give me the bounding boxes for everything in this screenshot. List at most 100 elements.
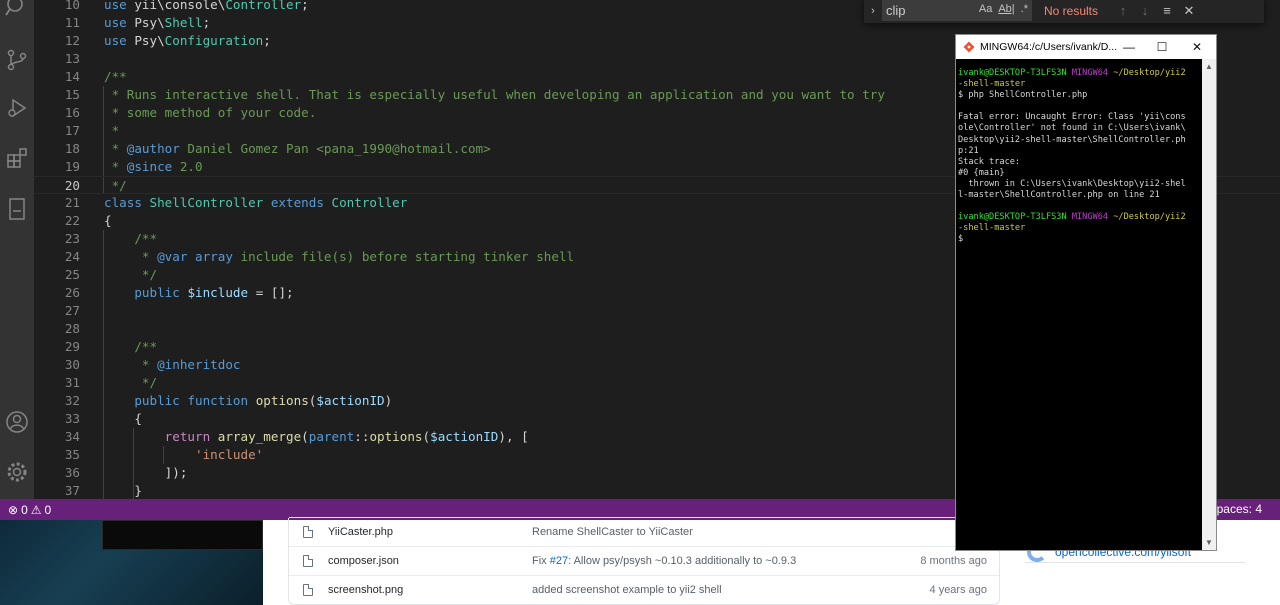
code-token: */: [104, 178, 127, 193]
problems-indicator[interactable]: ⊗ 0 ⚠ 0: [0, 503, 51, 517]
code-token: (: [301, 429, 309, 444]
line-number: 15: [64, 87, 80, 102]
terminal-text: MINGW64: [1071, 212, 1109, 223]
line-number: 17: [64, 123, 80, 138]
line-code: */: [104, 266, 157, 284]
line-code: public function options($actionID): [104, 392, 392, 410]
line-number: 29: [64, 339, 80, 354]
line-number: 31: [64, 375, 80, 390]
file-name[interactable]: screenshot.png: [328, 584, 403, 596]
next-match-icon[interactable]: ↓: [1134, 0, 1156, 22]
terminal-output[interactable]: ivank@DESKTOP-T3LFS3N MINGW64 ~/Desktop/…: [958, 68, 1204, 246]
toggle-replace-icon[interactable]: ›: [864, 0, 882, 23]
extensions-icon[interactable]: [3, 144, 31, 172]
code-token: public: [134, 285, 180, 300]
close-icon[interactable]: ✕: [1178, 0, 1200, 22]
gear-icon[interactable]: [3, 458, 31, 486]
file-row[interactable]: composer.json Fix #27: Allow psy/psysh ~0…: [289, 546, 999, 575]
line-number: 28: [64, 321, 80, 336]
screen: 10 use yii\console\Controller; 11 use Psy\S…: [0, 0, 1280, 605]
line-number: 12: [64, 33, 80, 48]
find-in-selection-icon[interactable]: ≡: [1156, 0, 1178, 22]
regex-icon[interactable]: .*: [1021, 3, 1028, 15]
code-token: {: [104, 213, 112, 228]
terminal-text: p:21: [958, 145, 979, 156]
code-token: */: [104, 375, 158, 390]
line-code: use Psy\Shell;: [104, 14, 210, 32]
code-token: ;: [202, 15, 211, 30]
git-bash-icon: [963, 41, 975, 53]
code-token: function: [187, 393, 249, 408]
notebook-icon[interactable]: [3, 195, 31, 223]
terminal-window[interactable]: MINGW64:/c/Users/ivank/D... — ☐ ✕ ivank@…: [955, 34, 1217, 551]
line-code: * Runs interactive shell. That is especi…: [104, 86, 885, 104]
terminal-titlebar[interactable]: MINGW64:/c/Users/ivank/D... — ☐ ✕: [956, 35, 1216, 59]
issue-link[interactable]: #27: [550, 555, 568, 567]
close-button[interactable]: ✕: [1181, 35, 1213, 59]
file-name[interactable]: composer.json: [328, 555, 399, 567]
scroll-up-icon[interactable]: ▲: [1205, 62, 1213, 71]
code-token: 'include': [195, 447, 264, 462]
terminal-text: ivank@DESKTOP-T3LFS3N: [958, 212, 1072, 223]
line-number: 32: [64, 393, 80, 408]
file-name[interactable]: YiiCaster.php: [328, 526, 393, 538]
terminal-line: #0 {main}: [958, 168, 1204, 179]
code-token: ;: [301, 0, 309, 12]
code-token: @inheritdoc: [157, 357, 241, 372]
line-number: 34: [64, 429, 80, 444]
line-number: 23: [64, 231, 80, 246]
file-row[interactable]: YiiCaster.php Rename ShellCaster to YiiCa…: [289, 517, 999, 546]
maximize-button[interactable]: ☐: [1146, 35, 1178, 59]
terminal-text: ole\Controller' not found in C:\Users\iv…: [958, 123, 1186, 134]
line-number: 25: [64, 267, 80, 282]
scroll-down-icon[interactable]: ▼: [1205, 538, 1213, 547]
minimize-button[interactable]: —: [1113, 35, 1145, 59]
line-number: 20: [64, 178, 80, 193]
code-token: ): [384, 393, 393, 408]
find-input[interactable]: clip Aa Ab| .*: [882, 0, 1032, 21]
line-code: * some method of your code.: [104, 104, 317, 122]
previous-match-icon[interactable]: ↑: [1112, 0, 1134, 22]
account-icon[interactable]: [3, 408, 31, 436]
source-control-icon[interactable]: [3, 46, 31, 74]
commit-age: 8 months ago: [920, 555, 987, 567]
code-token: $actionID: [316, 393, 385, 408]
terminal-title: MINGW64:/c/Users/ivank/D...: [980, 41, 1118, 53]
code-token: Controller: [331, 195, 408, 210]
match-case-icon[interactable]: Aa: [979, 3, 992, 15]
scrollbar[interactable]: ▲ ▼: [1202, 59, 1216, 550]
terminal-line: thrown in C:\Users\ivank\Desktop\yii2-sh…: [958, 179, 1204, 190]
code-token: Daniel Gomez Pan <pana_1990@hotmail.com>: [179, 141, 491, 156]
terminal-text: Desktop\yii2-shell-master\ShellControlle…: [958, 134, 1186, 145]
run-debug-icon[interactable]: [3, 94, 31, 122]
commit-message-text: added screenshot example to yii2 shell: [532, 584, 722, 596]
line-number: 35: [64, 447, 80, 462]
error-count: 0: [21, 502, 28, 517]
code-token: /**: [104, 339, 158, 354]
line-number: 14: [64, 69, 80, 84]
file-row[interactable]: screenshot.png added screenshot example t…: [289, 575, 999, 604]
terminal-text: ivank@DESKTOP-T3LFS3N: [958, 68, 1072, 78]
line-number: 27: [64, 303, 80, 318]
file-icon: [303, 526, 313, 538]
commit-message[interactable]: Fix #27: Allow psy/psysh ~0.10.3 additio…: [532, 555, 796, 567]
code-token: *: [104, 357, 158, 372]
code-token: /**: [104, 231, 158, 246]
whole-word-icon[interactable]: Ab|: [998, 3, 1014, 15]
code-token: extends: [270, 195, 324, 210]
commit-message[interactable]: added screenshot example to yii2 shell: [532, 584, 722, 596]
terminal-text: ~/Desktop/yii2: [1108, 212, 1186, 223]
file-icon: [303, 555, 313, 567]
commit-message[interactable]: Rename ShellCaster to YiiCaster: [532, 526, 693, 538]
code-token: array: [195, 249, 233, 264]
warning-count: 0: [44, 502, 52, 517]
search-icon[interactable]: [3, 0, 31, 20]
code-token: 2.0: [172, 159, 203, 174]
warning-icon: ⚠: [30, 502, 42, 517]
line-number: 21: [64, 195, 80, 210]
terminal-line: Stack trace:: [958, 157, 1204, 168]
